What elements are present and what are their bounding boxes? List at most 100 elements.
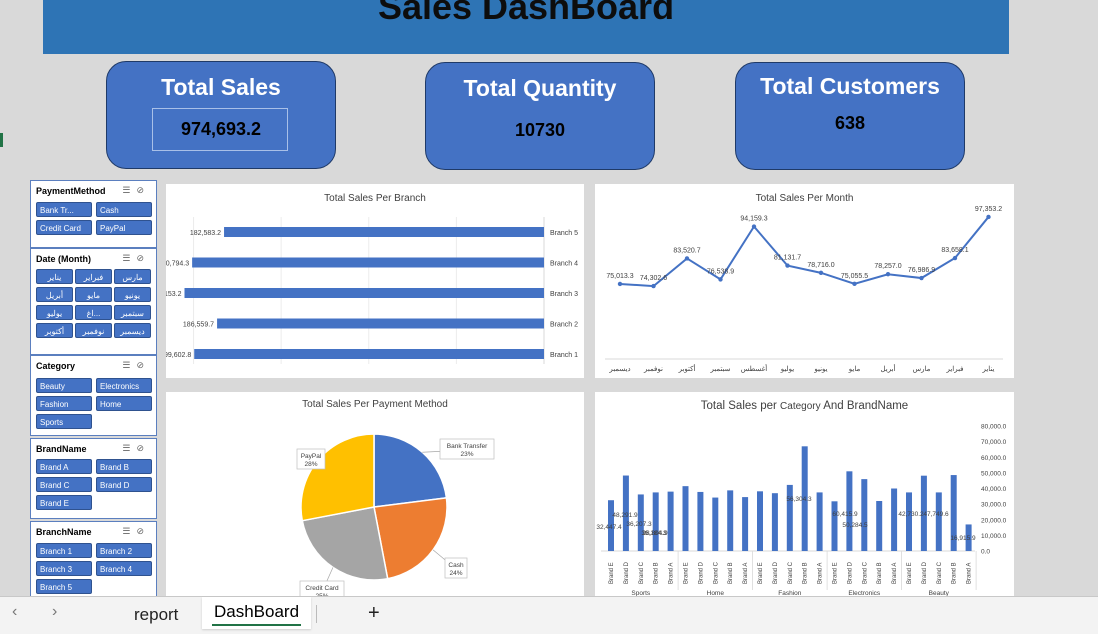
slicer-item[interactable]: Credit Card (36, 220, 92, 235)
slicer-item[interactable]: Brand E (36, 495, 92, 510)
slicer-item[interactable]: يونيو (114, 287, 151, 302)
bar (757, 491, 763, 551)
brand-label: Brand A (743, 563, 749, 584)
data-point (618, 282, 622, 286)
bar (891, 489, 897, 552)
brand-label: Brand D (698, 561, 704, 584)
category-label: أغسطس (741, 363, 768, 373)
slicer-item[interactable]: يناير (36, 269, 73, 284)
bar (906, 492, 912, 551)
bar (217, 319, 544, 329)
data-label: 97,353.2 (975, 206, 1002, 213)
brand-label: Brand B (728, 562, 734, 584)
add-sheet-button[interactable]: + (368, 602, 380, 625)
slicer-item[interactable]: Home (96, 396, 152, 411)
brand-label: Brand C (639, 561, 645, 584)
data-label: 60,415.9 (832, 511, 858, 518)
slicer-item[interactable]: يوليو (36, 305, 73, 320)
brand-label: Brand C (713, 561, 719, 584)
data-label: 78,257.0 (874, 263, 901, 270)
scroll-right-icon[interactable]: › (52, 603, 57, 621)
slicer-item[interactable]: نوفمبر (75, 323, 112, 338)
slicer-item[interactable]: Electronics (96, 378, 152, 393)
chart-sales-per-branch[interactable]: Total Sales Per Branch 182,583.2Branch 5… (166, 184, 584, 378)
brand-label: Brand B (803, 562, 809, 584)
chart-sales-per-payment[interactable]: Total Sales Per Payment Method Bank Tran… (166, 392, 584, 596)
data-label: 83,658.1 (941, 247, 968, 254)
multi-select-icon[interactable]: ☰⊘ (122, 526, 150, 537)
slicer-payment-method: PaymentMethod ☰⊘ Bank Tr... Cash Credit … (30, 180, 157, 248)
slicer-item[interactable]: Cash (96, 202, 152, 217)
slicer-item[interactable]: مايو (75, 287, 112, 302)
data-label: 83,520.7 (673, 247, 700, 254)
data-point (752, 224, 756, 228)
slicer-item[interactable]: Branch 5 (36, 579, 92, 594)
category-label: مارس (913, 365, 931, 373)
slicer-item[interactable]: Bank Tr... (36, 202, 92, 217)
slicer-item[interactable]: Fashion (36, 396, 92, 411)
multi-select-icon[interactable]: ☰⊘ (122, 185, 150, 196)
slice-name: Cash (448, 562, 464, 569)
data-label: 199,602.8 (166, 352, 191, 359)
bar (832, 501, 838, 551)
slicer-item[interactable]: Branch 1 (36, 543, 92, 558)
slicer-item[interactable]: ديسمبر (114, 323, 151, 338)
slicer-title: Category (36, 361, 75, 371)
tab-separator (316, 605, 317, 623)
category-label: أكتوبر (678, 363, 696, 373)
slicer-item[interactable]: فبراير (75, 269, 112, 284)
data-label: 47,749.6 (923, 511, 949, 518)
slicer-item[interactable]: Brand D (96, 477, 152, 492)
slicer-item[interactable]: مارس (114, 269, 151, 284)
slicer-item[interactable]: Branch 2 (96, 543, 152, 558)
data-label: 50,284.5 (842, 522, 868, 529)
brand-label: Brand E (833, 562, 839, 584)
slicer-item[interactable]: Brand A (36, 459, 92, 474)
brand-label: Brand A (892, 563, 898, 584)
slicer-date-month: Date (Month) ☰⊘ مارس فبراير يناير يونيو … (30, 248, 157, 355)
slice-name: PayPal (301, 453, 322, 460)
slicer-branch-name: BranchName ☰⊘ Branch 1 Branch 2 Branch 3… (30, 521, 157, 598)
brand-label: Brand B (952, 562, 958, 584)
multi-select-icon[interactable]: ☰⊘ (122, 253, 150, 264)
slicer-item[interactable]: Sports (36, 414, 92, 429)
data-point (819, 271, 823, 275)
tab-dashboard[interactable]: DashBoard (202, 597, 311, 629)
data-label: 186,559.7 (183, 322, 214, 329)
scroll-left-icon[interactable]: ‹ (12, 603, 17, 621)
slicer-item[interactable]: أكتوبر (36, 323, 73, 338)
kpi-total-sales: Total Sales 974,693.2 (106, 61, 336, 169)
y-tick-label: 80,000.0 (981, 424, 1007, 431)
dashboard-title: Sales DashBoard (43, 0, 1009, 28)
category-label: Branch 5 (550, 230, 578, 237)
data-label: 78,716.0 (807, 262, 834, 269)
slicer-item[interactable]: Beauty (36, 378, 92, 393)
slicer-title: BranchName (36, 527, 92, 537)
kpi-value: 974,693.2 (107, 119, 335, 140)
slice-name: Bank Transfer (447, 443, 488, 450)
chart-sales-per-month[interactable]: Total Sales Per Month 75,013.3ديسمبر74,3… (595, 184, 1014, 378)
y-tick-label: 20,000.0 (981, 517, 1007, 524)
chart-sales-per-category-brand[interactable]: Total Sales per Category And BrandName 8… (595, 392, 1014, 596)
slicer-item[interactable]: أبريل (36, 287, 73, 302)
slicer-item[interactable]: Branch 4 (96, 561, 152, 576)
slicer-item[interactable]: Brand B (96, 459, 152, 474)
data-point (651, 284, 655, 288)
slicer-item[interactable]: PayPal (96, 220, 152, 235)
category-label: ديسمبر (608, 366, 630, 373)
slicer-title: Date (Month) (36, 254, 91, 264)
multi-select-icon[interactable]: ☰⊘ (122, 443, 150, 454)
brand-label: Brand D (773, 561, 779, 584)
active-tab-underline (212, 624, 301, 626)
slicer-item[interactable]: Branch 3 (36, 561, 92, 576)
bar (787, 485, 793, 551)
multi-select-icon[interactable]: ☰⊘ (122, 360, 150, 371)
slicer-item[interactable]: سبتمبر (114, 305, 151, 320)
data-label: 200,794.3 (166, 261, 189, 268)
tab-report[interactable]: report (134, 605, 178, 625)
slicer-item[interactable]: اغ... (75, 305, 112, 320)
slice-name: Credit Card (305, 585, 339, 592)
data-point (986, 215, 990, 219)
y-tick-label: 50,000.0 (981, 470, 1007, 477)
slicer-item[interactable]: Brand C (36, 477, 92, 492)
